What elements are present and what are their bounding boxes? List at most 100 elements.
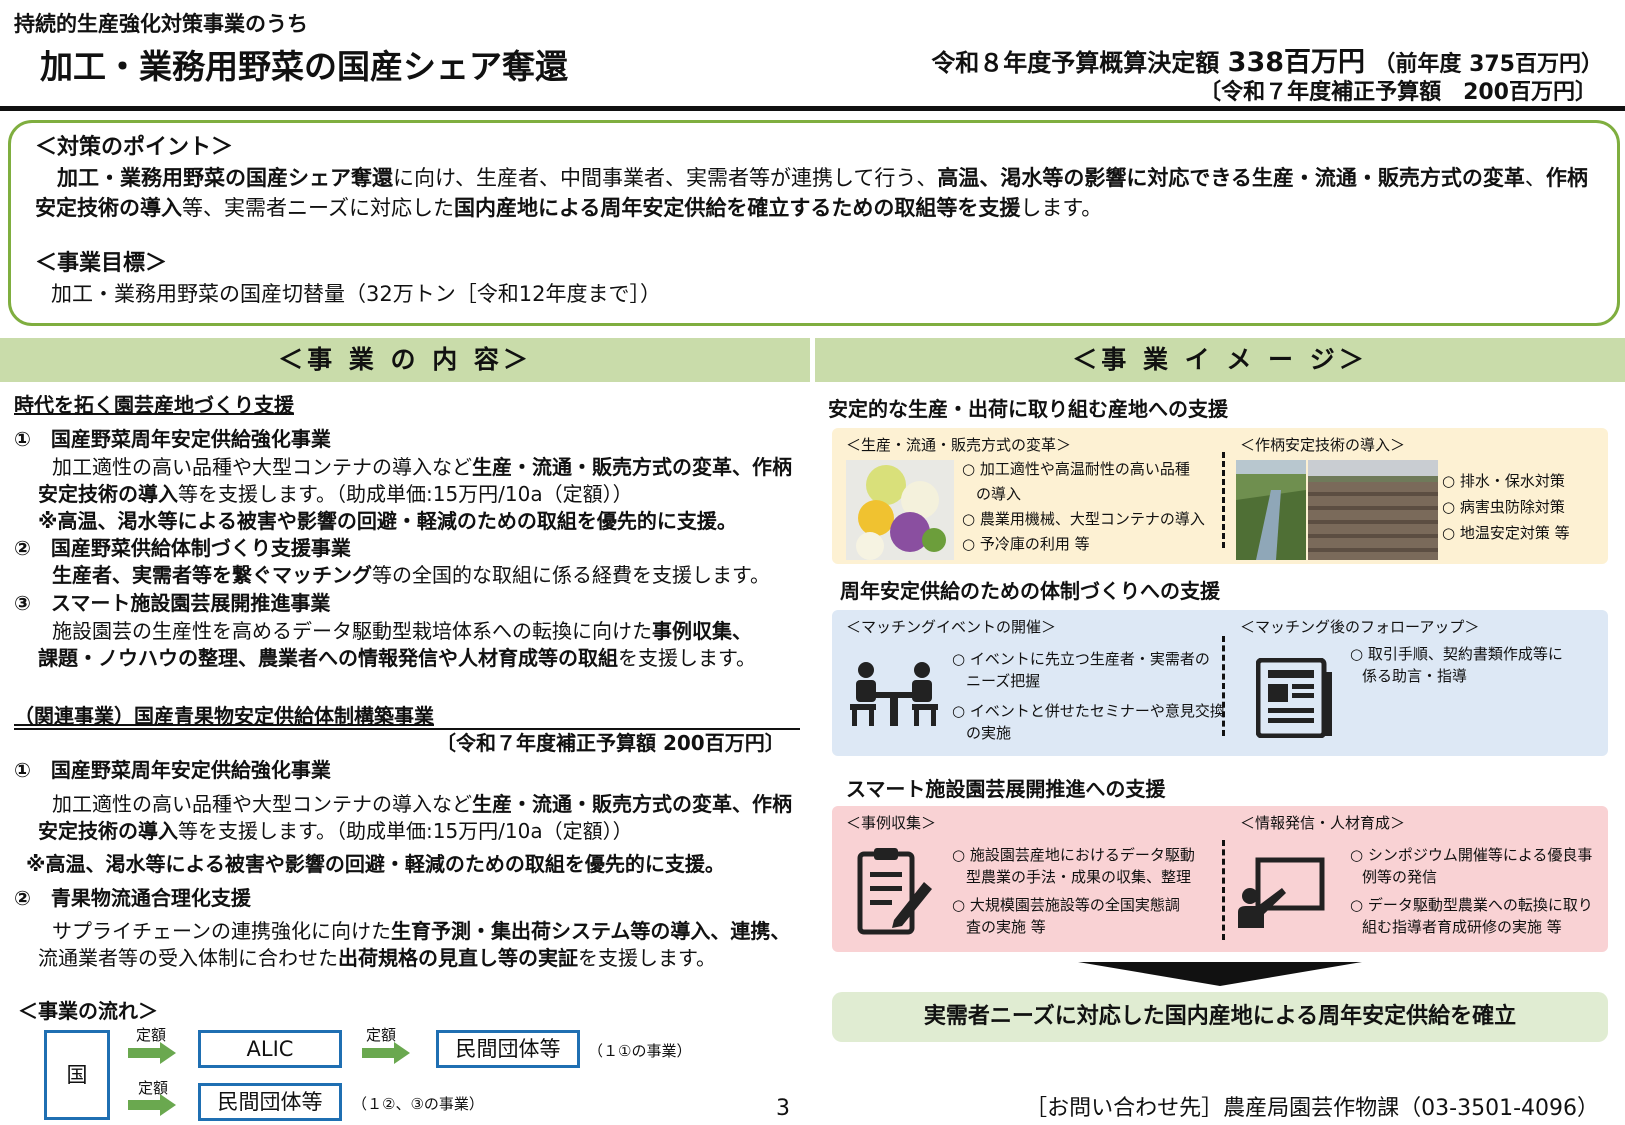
flow-private2-box: 民間団体等: [198, 1083, 342, 1121]
s2-sub1: ＜マッチングイベントの開催＞: [846, 618, 1057, 636]
item1-line1: 加工適性の高い品種や大型コンテナの導入など生産・流通・販売方式の変革、作柄: [52, 454, 792, 481]
s1-b2: ○ 農業用機械、大型コンテナの導入: [962, 510, 1205, 528]
newspaper-icon: [1256, 658, 1332, 738]
s3-c1: ○ シンポジウム開催等による優良事: [1350, 846, 1593, 864]
points-text: 加工・業務用野菜の国産シェア奪還に向け、生産者、中間事業者、実需者等が連携して行…: [35, 163, 1597, 223]
s3-c2b: 組む指導者育成研修の実施 等: [1362, 918, 1562, 936]
supplementary-budget: 〔令和７年度補正予算額 200百万円〕: [1199, 80, 1597, 105]
left-section-header: ＜事 業 の 内 容＞: [0, 338, 810, 382]
clipboard-icon: [857, 848, 932, 935]
s3-b1b: 型農業の手法・成果の収集、整理: [966, 868, 1192, 886]
s3-b2: ○ 大規模園芸施設等の全国実態調: [952, 896, 1180, 914]
s3-b2b: 査の実施 等: [966, 918, 1046, 936]
s1-b3: ○ 予冷庫の利用 等: [962, 535, 1090, 553]
s2-heading: 周年安定供給のための体制づくりへの支援: [840, 579, 1220, 603]
related-item2-line1: サプライチェーンの連携強化に向けた生育予測・集出荷システム等の導入、連携、: [52, 918, 790, 945]
points-heading: ＜対策のポイント＞: [35, 135, 234, 160]
s2-c1: ○ 取引手順、契約書類作成等に: [1350, 645, 1563, 663]
related-budget: 〔令和７年度補正予算額 200百万円〕: [436, 731, 785, 755]
s3-c2: ○ データ駆動型農業への転換に取り: [1350, 896, 1593, 914]
presentation-icon: [1238, 857, 1325, 928]
budget-label: 令和８年度予算概算決定額: [931, 49, 1220, 77]
item3-line1: 施設園芸の生産性を高めるデータ駆動型栽培体系への転換に向けた事例収集、: [52, 618, 752, 645]
cauliflower-photo: [846, 460, 954, 560]
item1-c: 安定技術の導入: [38, 482, 178, 506]
item1-b: 生産・流通・販売方式の変革、作柄: [472, 455, 792, 479]
related-item2-c: 流通業者等の受入体制に合わせた: [38, 946, 338, 970]
related-item1-line1: 加工適性の高い品種や大型コンテナの導入など生産・流通・販売方式の変革、作柄: [52, 791, 792, 818]
goal-text: 加工・業務用野菜の国産切替量（32万トン［令和12年度まで］）: [51, 282, 661, 306]
item2-b: 等の全国的な取組に係る経費を支援します。: [372, 563, 770, 587]
related-item2-d: 出荷規格の見直し等の実証: [338, 946, 578, 970]
s3-sub1: ＜事例収集＞: [846, 814, 937, 832]
s1-c1: ○ 排水・保水対策: [1442, 472, 1565, 490]
s1-heading: 安定的な生産・出荷に取り組む産地への支援: [828, 397, 1228, 421]
item1-note: ※高温、渇水等による被害や影響の回避・軽減のための取組を優先的に支援。: [38, 509, 737, 533]
s1-divider: [1222, 452, 1225, 548]
right-section-header: ＜事 業 イ メ ー ジ＞: [815, 338, 1625, 382]
s2-b1: ○ イベントに先立つ生産者・実需者の: [952, 650, 1210, 668]
item3-b: 事例収集、: [652, 619, 752, 643]
related-item2-b: 生育予測・集出荷システム等の導入、連携、: [391, 919, 791, 943]
item3-title: ③ スマート施設園芸展開推進事業: [14, 591, 331, 615]
points-t1: 加工・業務用野菜の国産シェア奪還: [57, 166, 393, 190]
item1-d: 等を支援します。（助成単価:15万円/10a（定額））: [178, 482, 633, 506]
item3-d: を支援します。: [618, 646, 756, 670]
related-item2-title: ② 青果物流通合理化支援: [14, 886, 251, 910]
item2-a: 生産者、実需者等を繋ぐマッチング: [52, 563, 372, 587]
page-number: 3: [776, 1096, 790, 1121]
item3-c: 課題・ノウハウの整理、農業者への情報発信や人材育成等の取組: [38, 646, 618, 670]
s2-b1b: ニーズ把握: [966, 672, 1041, 690]
item2-line: 生産者、実需者等を繋ぐマッチング等の全国的な取組に係る経費を支援します。: [52, 562, 770, 589]
related-item1-b: 生産・流通・販売方式の変革、作柄: [472, 792, 792, 816]
green-arrow-icon: [362, 1042, 410, 1064]
s3-b1: ○ 施設園芸産地におけるデータ駆動: [952, 846, 1195, 864]
flow-heading: ＜事業の流れ＞: [18, 999, 158, 1023]
s2-b2b: の実施: [966, 724, 1012, 742]
points-t6: 等、実需者ニーズに対応した: [182, 196, 454, 220]
flow-note-1: （１①の事業）: [588, 1042, 692, 1060]
s2-divider: [1222, 636, 1225, 736]
s1-c2: ○ 病害虫防除対策: [1442, 498, 1565, 516]
s2-c1b: 係る助言・指導: [1362, 667, 1468, 685]
page-title: 加工・業務用野菜の国産シェア奪還: [40, 47, 568, 86]
meeting-icon: [850, 662, 938, 726]
field-photo-2: [1308, 460, 1438, 560]
result-banner: 実需者ニーズに対応した国内産地による周年安定供給を確立: [832, 992, 1608, 1042]
item3-line2: 課題・ノウハウの整理、農業者への情報発信や人材育成等の取組を支援します。: [38, 645, 756, 672]
header-subtitle: 持続的生産強化対策事業のうち: [14, 12, 308, 36]
related-item2-a: サプライチェーンの連携強化に向けた: [52, 919, 391, 943]
item1-line2: 安定技術の導入等を支援します。（助成単価:15万円/10a（定額））: [38, 481, 633, 508]
related-item1-line2: 安定技術の導入等を支援します。（助成単価:15万円/10a（定額））: [38, 818, 633, 845]
s1-sub1: ＜生産・流通・販売方式の変革＞: [846, 436, 1072, 454]
related-item1-a: 加工適性の高い品種や大型コンテナの導入など: [52, 792, 472, 816]
s3-heading: スマート施設園芸展開推進への支援: [846, 777, 1166, 801]
field-photo-1: [1236, 460, 1306, 560]
item1-a: 加工適性の高い品種や大型コンテナの導入など: [52, 455, 472, 479]
flow-alic-box: ALIC: [198, 1030, 342, 1068]
points-t3: 高温、渇水等の影響に対応できる生産・流通・販売方式の変革: [937, 166, 1525, 190]
goal-heading: ＜事業目標＞: [35, 251, 168, 276]
main-heading: 時代を拓く園芸産地づくり支援: [14, 393, 294, 417]
s2-b2: ○ イベントと併せたセミナーや意見交換: [952, 702, 1225, 720]
s3-sub2: ＜情報発信・人材育成＞: [1240, 814, 1406, 832]
item1-title: ① 国産野菜周年安定供給強化事業: [14, 427, 331, 451]
s1-sub2: ＜作柄安定技術の導入＞: [1240, 436, 1406, 454]
s1-b1b: の導入: [976, 485, 1022, 503]
related-item1-title: ① 国産野菜周年安定供給強化事業: [14, 758, 331, 782]
s2-sub2: ＜マッチング後のフォローアップ＞: [1240, 618, 1480, 636]
related-item2-line2: 流通業者等の受入体制に合わせた出荷規格の見直し等の実証を支援します。: [38, 945, 716, 972]
related-item1-note: ※高温、渇水等による被害や影響の回避・軽減のための取組を優先的に支援。: [26, 852, 725, 876]
contact-info: ［お問い合わせ先］農産局園芸作物課（03-3501-4096）: [1025, 1096, 1599, 1121]
points-t8: します。: [1020, 196, 1103, 220]
item2-title: ② 国産野菜供給体制づくり支援事業: [14, 536, 351, 560]
points-t7: 国内産地による周年安定供給を確立するための取組等を支援: [453, 196, 1021, 220]
s3-c1b: 例等の発信: [1362, 868, 1438, 886]
related-item2-e: を支援します。: [578, 946, 716, 970]
green-arrow-icon: [128, 1094, 176, 1116]
header-rule: [0, 106, 1625, 111]
related-item1-d: 等を支援します。（助成単価:15万円/10a（定額））: [178, 819, 633, 843]
flow-country-box: 国: [44, 1030, 110, 1120]
s3-divider: [1222, 840, 1225, 940]
points-t2: に向け、生産者、中間事業者、実需者等が連携して行う、: [393, 166, 938, 190]
